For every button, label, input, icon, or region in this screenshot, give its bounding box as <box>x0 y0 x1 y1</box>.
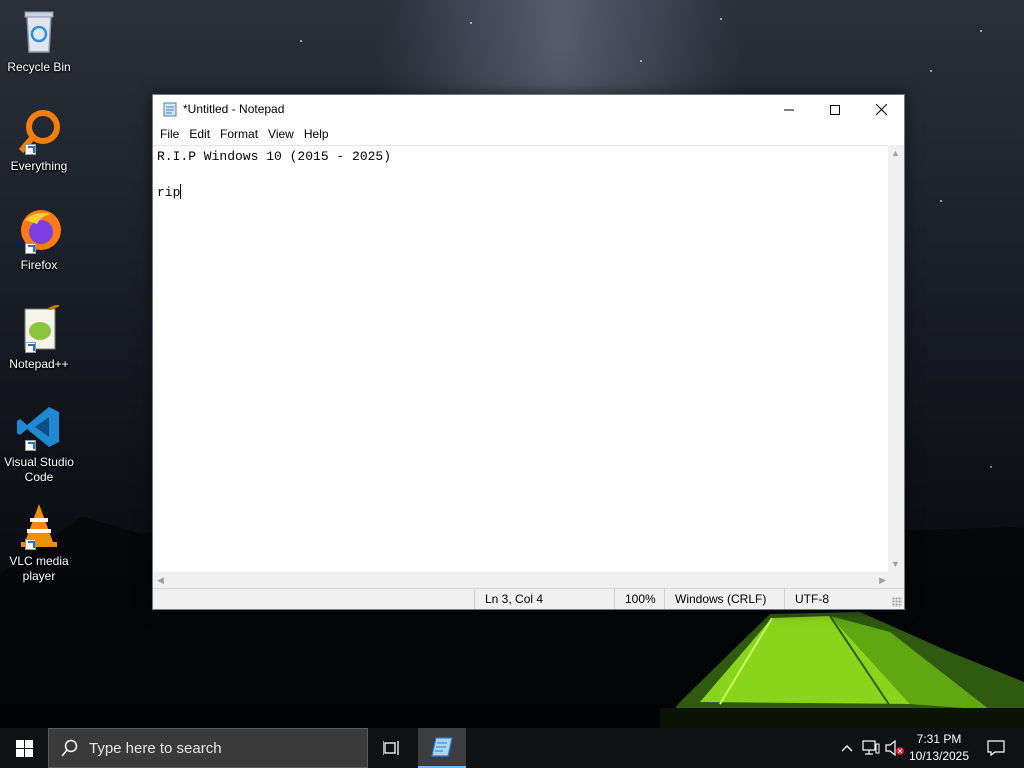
firefox-icon <box>15 206 63 254</box>
search-icon <box>61 739 78 757</box>
task-view-icon <box>383 741 399 755</box>
taskbar-clock[interactable]: 7:31 PM 10/13/2025 <box>904 731 974 765</box>
notepad-icon <box>431 737 453 757</box>
vertical-scrollbar[interactable]: ▲ ▼ <box>888 145 904 572</box>
scroll-up-arrow-icon[interactable]: ▲ <box>891 148 900 158</box>
desktop-icon-vlc[interactable]: VLC media player <box>2 502 76 584</box>
desktop-icon-everything[interactable]: Everything <box>2 107 76 174</box>
close-button[interactable] <box>858 95 904 124</box>
menu-view[interactable]: View <box>263 124 299 145</box>
desktop-icon-label: Recycle Bin <box>7 60 71 74</box>
desktop-icon-recycle-bin[interactable]: Recycle Bin <box>2 8 76 75</box>
editor-line: R.I.P Windows 10 (2015 - 2025) <box>157 149 392 164</box>
search-placeholder: Type here to search <box>89 739 222 757</box>
editor-line-current: rip <box>157 184 886 202</box>
show-hidden-icons-button[interactable] <box>836 728 858 768</box>
maximize-icon <box>830 104 840 115</box>
resize-grip-icon[interactable] <box>892 597 902 607</box>
action-center-button[interactable] <box>976 728 1016 768</box>
status-bar: Ln 3, Col 4 100% Windows (CRLF) UTF-8 <box>153 588 904 609</box>
everything-search-icon <box>15 107 63 155</box>
shortcut-arrow-icon <box>25 243 36 254</box>
volume-tray-button[interactable] <box>884 728 906 768</box>
status-zoom: 100% <box>614 589 664 609</box>
volume-muted-icon <box>885 740 904 756</box>
start-button[interactable] <box>0 728 48 768</box>
taskbar: Type here to search 7:31 PM 10/13/2025 <box>0 728 1024 768</box>
desktop-icon-firefox[interactable]: Firefox <box>2 206 76 273</box>
menu-bar: File Edit Format View Help <box>153 124 904 145</box>
maximize-button[interactable] <box>812 95 858 124</box>
scroll-down-arrow-icon[interactable]: ▼ <box>891 559 900 569</box>
scrollbar-corner <box>888 572 904 588</box>
desktop-icon-label: VLC media player <box>9 554 69 583</box>
scroll-right-arrow-icon[interactable]: ▶ <box>879 575 886 585</box>
window-title: *Untitled - Notepad <box>183 102 285 116</box>
menu-file[interactable]: File <box>155 124 184 145</box>
desktop-icon-vscode[interactable]: Visual Studio Code <box>2 403 76 485</box>
menu-help[interactable]: Help <box>299 124 334 145</box>
desktop-icon-label: Firefox <box>20 258 58 272</box>
title-bar[interactable]: *Untitled - Notepad <box>153 95 904 124</box>
taskbar-search-box[interactable]: Type here to search <box>48 728 368 768</box>
text-editor-area[interactable]: R.I.P Windows 10 (2015 - 2025) rip <box>153 145 890 572</box>
minimize-icon <box>784 109 794 110</box>
desktop-icon-label: Everything <box>10 159 68 173</box>
horizontal-scrollbar[interactable]: ◀ ▶ <box>153 572 890 588</box>
menu-edit[interactable]: Edit <box>184 124 215 145</box>
desktop-icon-label: Visual Studio Code <box>4 455 74 484</box>
windows-logo-icon <box>15 739 33 757</box>
notepad-plus-plus-icon <box>15 303 63 353</box>
chevron-up-icon <box>841 745 853 752</box>
shortcut-arrow-icon <box>25 539 36 550</box>
shortcut-arrow-icon <box>25 342 36 353</box>
clock-date: 10/13/2025 <box>908 749 970 763</box>
status-encoding: UTF-8 <box>784 589 904 609</box>
network-tray-button[interactable] <box>860 728 882 768</box>
task-view-button[interactable] <box>368 728 416 768</box>
close-icon <box>875 104 887 115</box>
minimize-button[interactable] <box>766 95 812 124</box>
notepad-icon <box>162 101 178 117</box>
clock-time: 7:31 PM <box>916 732 962 746</box>
tent-illustration <box>660 612 1024 728</box>
status-line-ending: Windows (CRLF) <box>664 589 784 609</box>
shortcut-arrow-icon <box>25 144 36 155</box>
recycle-bin-icon <box>15 8 63 56</box>
desktop-icon-notepadpp[interactable]: Notepad++ <box>2 303 76 372</box>
notepad-window[interactable]: *Untitled - Notepad File Edit Format Vie… <box>152 94 905 610</box>
shortcut-arrow-icon <box>25 440 36 451</box>
status-cursor-position: Ln 3, Col 4 <box>474 589 614 609</box>
text-caret <box>180 184 182 199</box>
editor-line-text: rip <box>157 185 181 200</box>
network-icon <box>862 740 880 755</box>
vlc-icon <box>15 502 63 550</box>
vscode-icon <box>15 403 63 451</box>
desktop-icon-label: Notepad++ <box>9 357 69 371</box>
scroll-left-arrow-icon[interactable]: ◀ <box>157 575 164 585</box>
action-center-icon <box>987 740 1005 756</box>
menu-format[interactable]: Format <box>215 124 263 145</box>
taskbar-app-notepad[interactable] <box>418 728 466 768</box>
